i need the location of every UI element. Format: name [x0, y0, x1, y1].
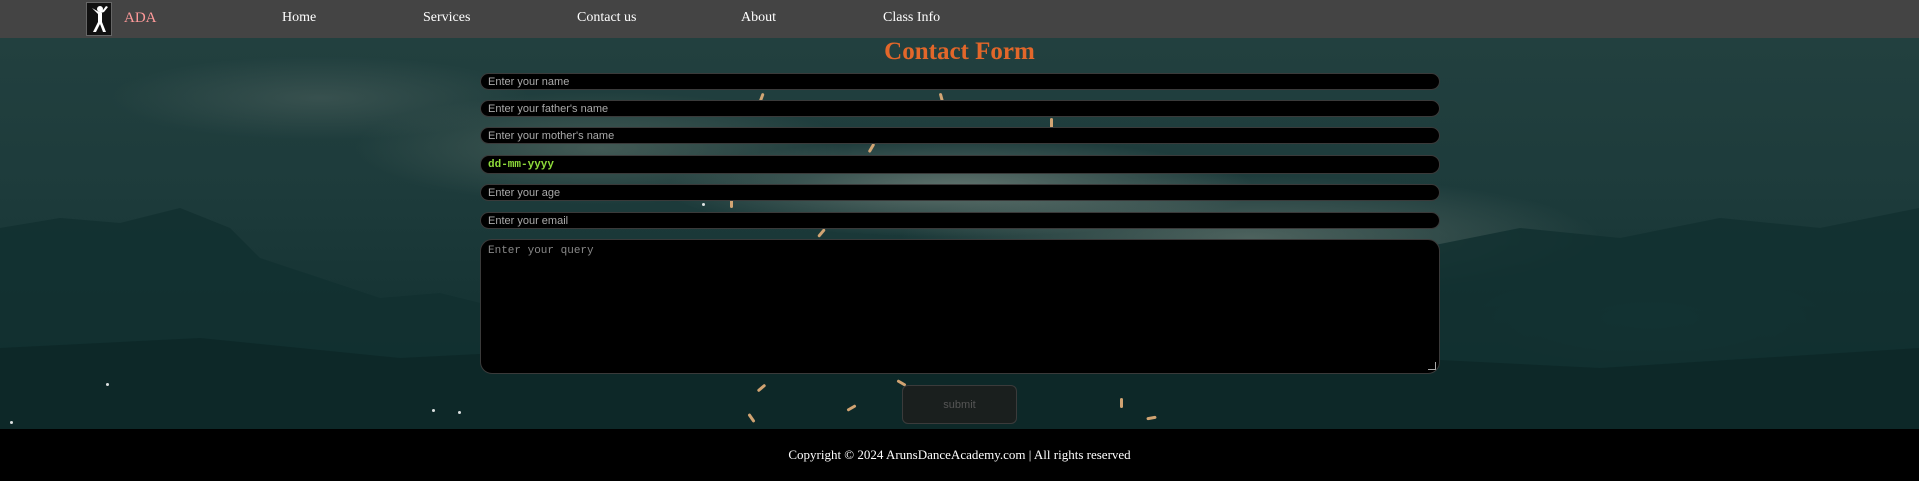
name-input[interactable]: Enter your name	[480, 73, 1440, 90]
query-textarea[interactable]: Enter your query	[480, 239, 1440, 374]
brand-name[interactable]: ADA	[124, 10, 157, 27]
copyright-text: Copyright © 2024 ArunsDanceAcademy.com |…	[788, 447, 1131, 462]
contact-form-title: Contact Form	[884, 38, 1035, 65]
nav-about[interactable]: About	[741, 10, 776, 26]
resize-handle-icon[interactable]	[1428, 362, 1436, 370]
query-placeholder: Enter your query	[488, 245, 594, 257]
submit-button[interactable]: submit	[902, 385, 1017, 424]
date-of-birth-input[interactable]: dd-mm-yyyy	[480, 155, 1440, 174]
nav-services[interactable]: Services	[423, 10, 470, 26]
dancer-silhouette-icon[interactable]	[86, 2, 112, 36]
email-input[interactable]: Enter your email	[480, 212, 1440, 229]
mother-name-input[interactable]: Enter your mother's name	[480, 127, 1440, 144]
nav-contact-us[interactable]: Contact us	[577, 10, 637, 26]
father-name-input[interactable]: Enter your father's name	[480, 100, 1440, 117]
nav-class-info[interactable]: Class Info	[883, 10, 940, 26]
nav-home[interactable]: Home	[282, 10, 316, 26]
age-input[interactable]: Enter your age	[480, 184, 1440, 201]
footer: Copyright © 2024 ArunsDanceAcademy.com |…	[0, 429, 1919, 481]
navbar: ADA Home Services Contact us About Class…	[0, 0, 1919, 38]
